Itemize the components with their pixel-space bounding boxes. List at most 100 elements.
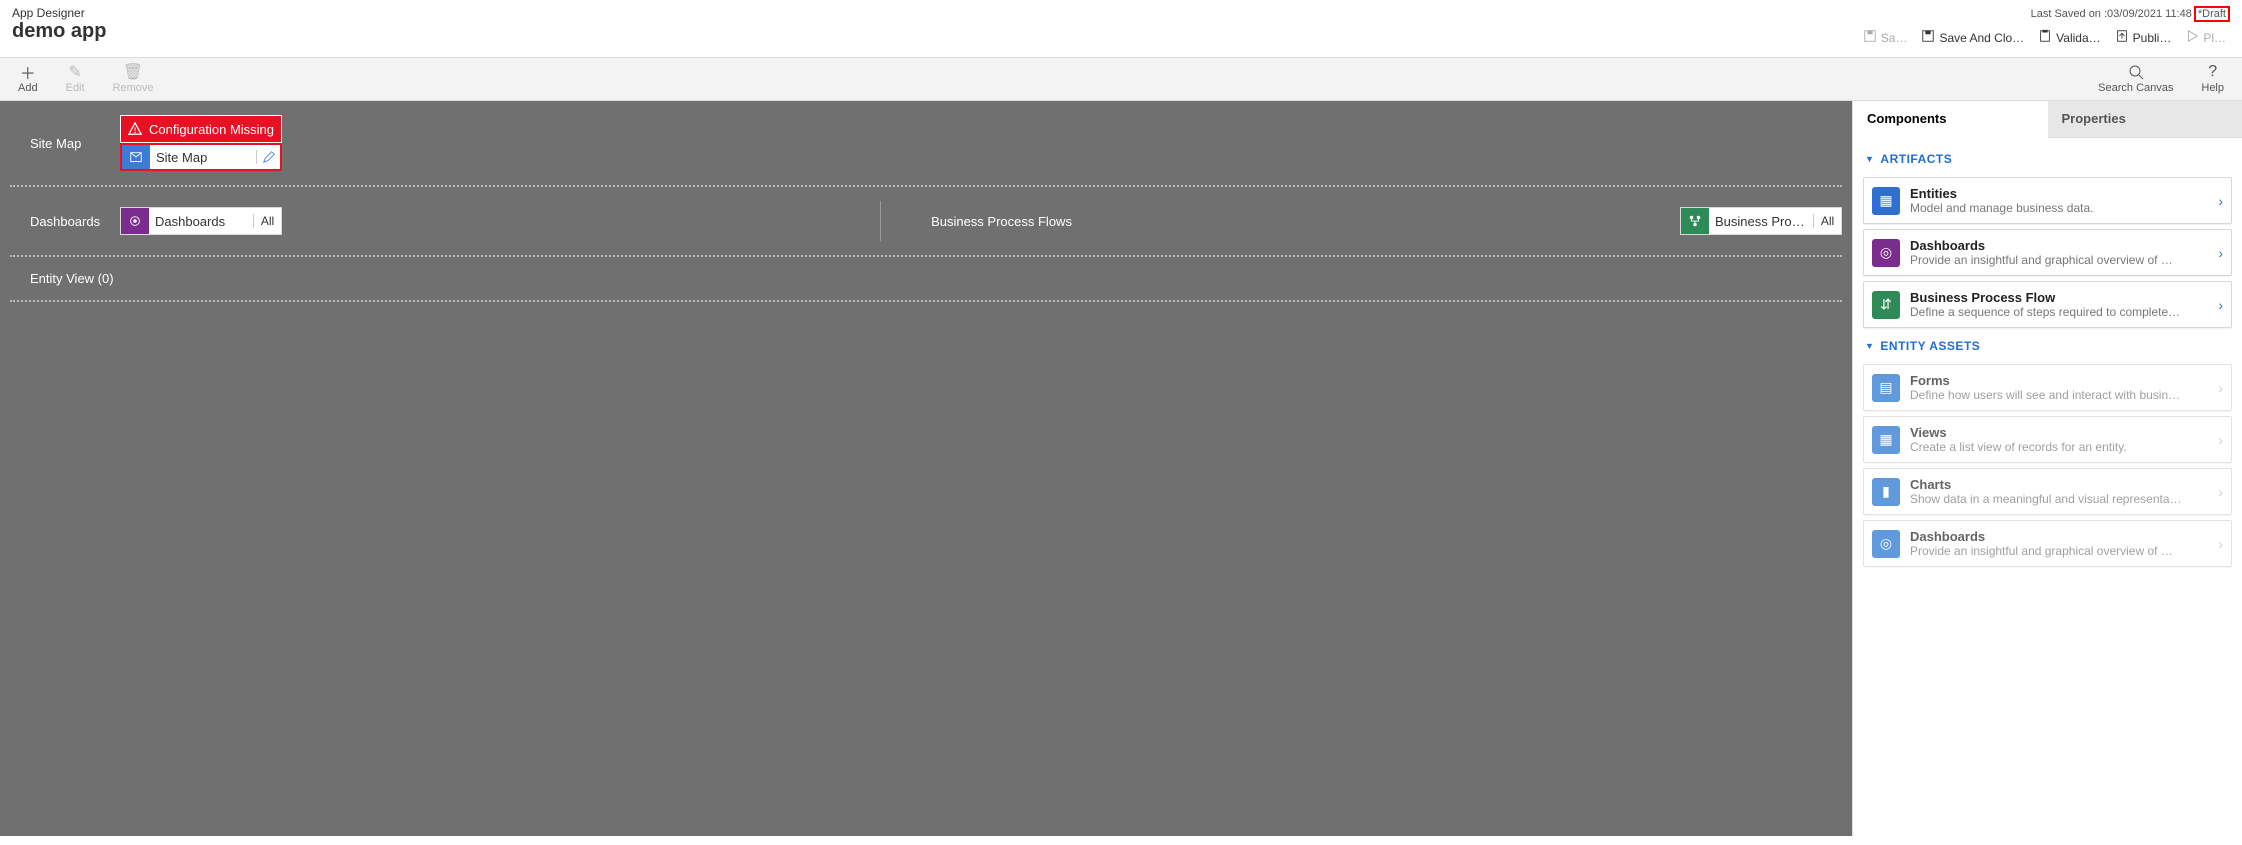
help-icon: ?	[2205, 64, 2221, 80]
app-designer-label: App Designer	[12, 6, 106, 20]
edit-label: Edit	[66, 82, 85, 94]
entities-icon: ▦	[1872, 187, 1900, 215]
component-entities[interactable]: ▦ Entities Model and manage business dat…	[1863, 177, 2232, 224]
sitemap-tile[interactable]: Site Map	[120, 143, 282, 171]
comp-title: Views	[1910, 425, 2208, 440]
toolbar: ＋ Add ✎ Edit 🗑 Remove Search Canvas ? He…	[0, 57, 2242, 101]
dashboard-icon: ◎	[1872, 530, 1900, 558]
pencil-icon: ✎	[67, 64, 83, 80]
search-label: Search Canvas	[2098, 82, 2173, 94]
draft-badge: *Draft	[2194, 6, 2230, 22]
table-icon: ▦	[1872, 426, 1900, 454]
entity-view-label: Entity View (0)	[10, 271, 114, 286]
dashboards-tile[interactable]: Dashboards All	[120, 207, 282, 235]
comp-title: Forms	[1910, 373, 2208, 388]
dashboards-bpf-section: Dashboards Dashboards All Business Proce…	[10, 187, 1842, 257]
component-bpf[interactable]: ⇵ Business Process Flow Define a sequenc…	[1863, 281, 2232, 328]
comp-desc: Show data in a meaningful and visual rep…	[1910, 492, 2208, 506]
help-label: Help	[2201, 82, 2224, 94]
group-entity-assets[interactable]: ENTITY ASSETS	[1863, 333, 2232, 359]
tab-components[interactable]: Components	[1853, 101, 2048, 138]
add-label: Add	[18, 82, 38, 94]
side-body: ARTIFACTS ▦ Entities Model and manage bu…	[1853, 138, 2242, 580]
toolbar-left: ＋ Add ✎ Edit 🗑 Remove	[18, 64, 154, 94]
save-label: Sa…	[1881, 31, 1908, 45]
app-name: demo app	[12, 20, 106, 43]
remove-label: Remove	[113, 82, 154, 94]
edit-button: ✎ Edit	[66, 64, 85, 94]
comp-title: Dashboards	[1910, 529, 2208, 544]
comp-desc: Provide an insightful and graphical over…	[1910, 544, 2208, 558]
side-panel: Components Properties ARTIFACTS ▦ Entiti…	[1852, 101, 2242, 836]
component-dashboards[interactable]: ◎ Dashboards Provide an insightful and g…	[1863, 229, 2232, 276]
dashboards-label: Dashboards	[10, 214, 120, 229]
main: Site Map Configuration Missing Site Map	[0, 101, 2242, 836]
validate-button[interactable]: Valida…	[2034, 26, 2104, 49]
search-icon	[2128, 64, 2144, 80]
play-button: Pl…	[2181, 26, 2230, 49]
save-icon	[1863, 29, 1877, 46]
dashboards-badge[interactable]: All	[253, 214, 281, 228]
save-and-close-button[interactable]: Save And Clo…	[1917, 26, 2028, 49]
chevron-right-icon: ›	[2218, 380, 2223, 396]
help-button[interactable]: ? Help	[2201, 64, 2224, 94]
sitemap-tile-text: Site Map	[150, 150, 256, 165]
tab-properties[interactable]: Properties	[2048, 101, 2242, 138]
publish-icon	[2115, 29, 2129, 46]
comp-desc: Define a sequence of steps required to c…	[1910, 305, 2208, 319]
app-header: App Designer demo app Last Saved on : 03…	[0, 0, 2242, 57]
canvas: Site Map Configuration Missing Site Map	[0, 101, 1852, 836]
component-views[interactable]: ▦ Views Create a list view of records fo…	[1863, 416, 2232, 463]
chevron-right-icon: ›	[2218, 245, 2223, 261]
dashboards-tile-text: Dashboards	[149, 214, 253, 229]
add-button[interactable]: ＋ Add	[18, 64, 38, 94]
save-close-icon	[1921, 29, 1935, 46]
toolbar-right: Search Canvas ? Help	[2098, 64, 2224, 94]
publish-label: Publi…	[2133, 31, 2172, 45]
save-button: Sa…	[1859, 26, 1912, 49]
publish-button[interactable]: Publi…	[2111, 26, 2176, 49]
trash-icon: 🗑	[125, 64, 141, 80]
config-missing-text: Configuration Missing	[149, 122, 274, 137]
sitemap-label: Site Map	[10, 136, 120, 151]
chevron-right-icon: ›	[2218, 484, 2223, 500]
chart-icon: ▮	[1872, 478, 1900, 506]
bpf-label: Business Process Flows	[911, 214, 1112, 229]
group-artifacts[interactable]: ARTIFACTS	[1863, 146, 2232, 172]
component-charts[interactable]: ▮ Charts Show data in a meaningful and v…	[1863, 468, 2232, 515]
comp-desc: Provide an insightful and graphical over…	[1910, 253, 2208, 267]
bpf-tile-text: Business Proces…	[1709, 214, 1813, 229]
play-icon	[2185, 29, 2199, 46]
last-saved-prefix: Last Saved on :	[2031, 8, 2107, 20]
remove-button: 🗑 Remove	[113, 64, 154, 94]
comp-desc: Define how users will see and interact w…	[1910, 388, 2208, 402]
sitemap-edit-button[interactable]	[256, 150, 280, 164]
comp-title: Entities	[1910, 186, 2208, 201]
last-saved: Last Saved on : 03/09/2021 11:48 *Draft	[2031, 6, 2230, 22]
bpf-badge[interactable]: All	[1813, 214, 1841, 228]
bpf-tile[interactable]: Business Proces… All	[1680, 207, 1842, 235]
chevron-right-icon: ›	[2218, 536, 2223, 552]
config-missing-banner: Configuration Missing	[120, 115, 282, 143]
header-left: App Designer demo app	[12, 6, 106, 43]
comp-title: Charts	[1910, 477, 2208, 492]
dashboards-icon: ◎	[1872, 239, 1900, 267]
component-forms[interactable]: ▤ Forms Define how users will see and in…	[1863, 364, 2232, 411]
validate-label: Valida…	[2056, 31, 2100, 45]
section-divider	[880, 201, 881, 241]
validate-icon	[2038, 29, 2052, 46]
sitemap-section: Site Map Configuration Missing Site Map	[10, 101, 1842, 187]
chevron-right-icon: ›	[2218, 432, 2223, 448]
warning-icon	[121, 122, 149, 136]
comp-title: Business Process Flow	[1910, 290, 2208, 305]
comp-desc: Create a list view of records for an ent…	[1910, 440, 2208, 454]
search-canvas-button[interactable]: Search Canvas	[2098, 64, 2173, 94]
bpf-icon	[1681, 208, 1709, 234]
side-tabs: Components Properties	[1853, 101, 2242, 138]
header-right: Last Saved on : 03/09/2021 11:48 *Draft …	[1859, 6, 2230, 49]
play-label: Pl…	[2203, 31, 2226, 45]
entity-view-section: Entity View (0)	[10, 257, 1842, 302]
last-saved-value: 03/09/2021 11:48	[2107, 8, 2192, 20]
component-dashboards-asset[interactable]: ◎ Dashboards Provide an insightful and g…	[1863, 520, 2232, 567]
header-actions: Sa… Save And Clo… Valida… Publi…	[1859, 26, 2230, 49]
